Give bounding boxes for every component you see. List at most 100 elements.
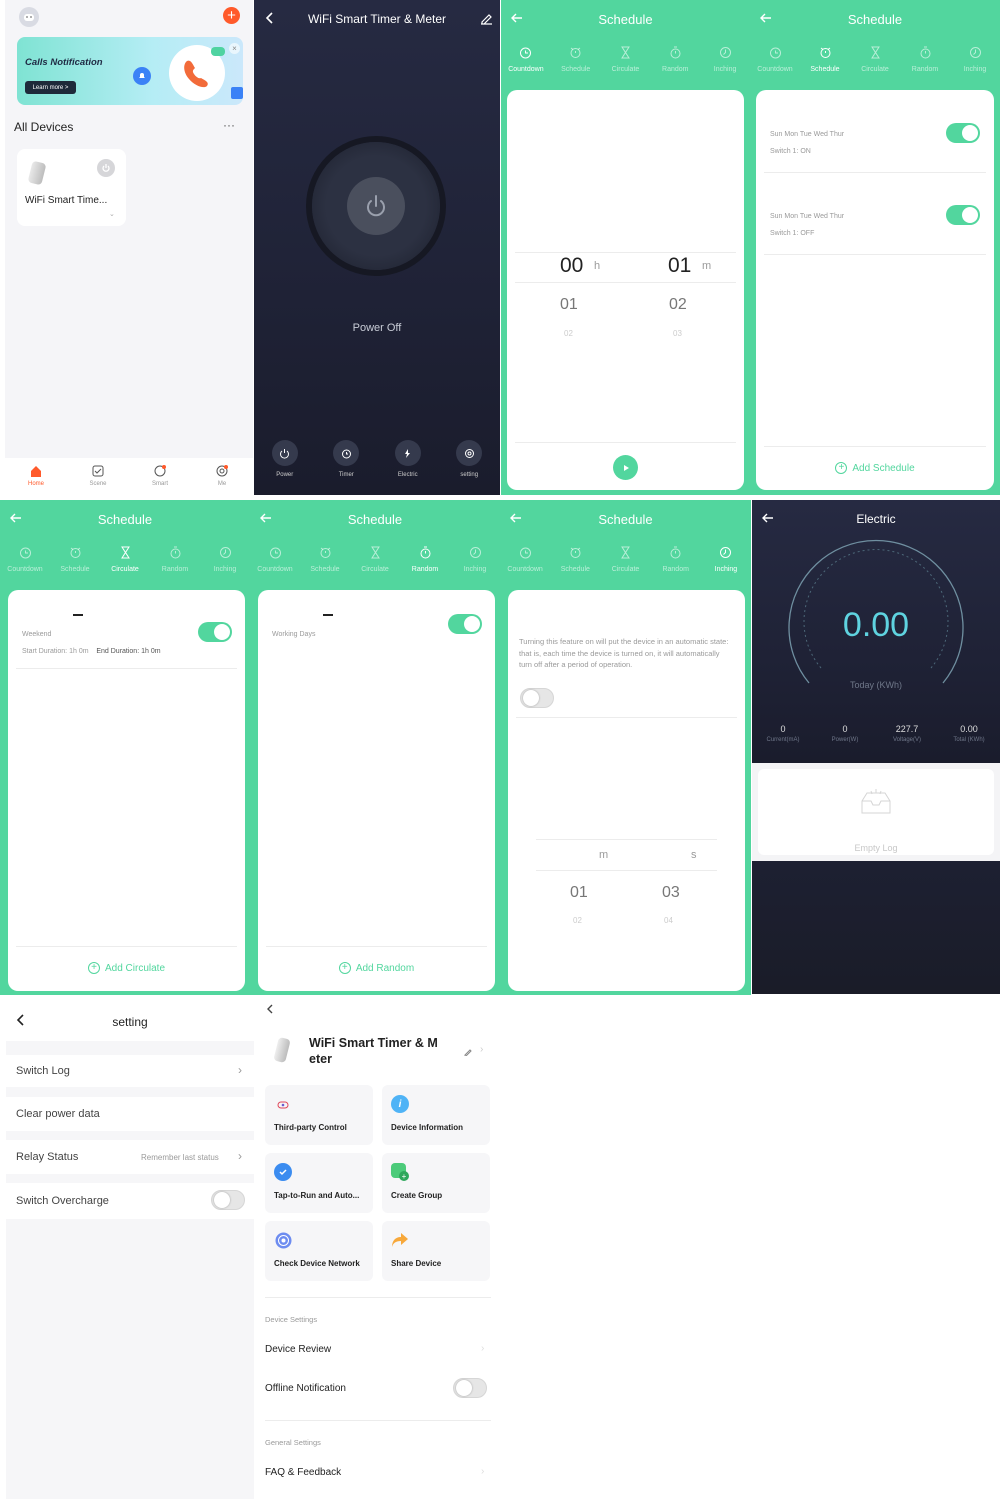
edit-icon[interactable] <box>480 12 493 25</box>
minute-far[interactable]: 02 <box>573 916 582 925</box>
schedule-screen: Schedule Countdown Schedule Circulate Rando… <box>750 0 1000 495</box>
add-device-button[interactable]: + <box>223 7 240 24</box>
tab-inching[interactable]: Inching <box>450 540 500 586</box>
row-device-review[interactable]: Device Review › <box>265 1337 491 1363</box>
tile-tap-to-run[interactable]: Tap-to-Run and Auto... <box>265 1153 373 1213</box>
tab-label: Schedule <box>60 566 90 573</box>
nav-home[interactable]: Home <box>5 458 67 495</box>
setting-row-clear-power[interactable]: Clear power data <box>6 1097 254 1131</box>
current-label: Current(mA) <box>766 737 800 743</box>
countdown-screen: Schedule Countdown Schedule Circulate Rando… <box>501 0 750 495</box>
second-next[interactable]: 03 <box>662 884 680 902</box>
tab-random[interactable]: Random <box>400 540 450 586</box>
relay-hint: Remember last status <box>141 1153 219 1162</box>
nav-me[interactable]: Me <box>191 458 253 495</box>
close-icon[interactable]: × <box>229 43 240 54</box>
tab-schedule[interactable]: Schedule <box>300 540 350 586</box>
tab-circulate[interactable]: Circulate <box>601 40 651 86</box>
add-random-button[interactable]: + Add Random <box>258 962 495 974</box>
nav-power[interactable]: Power <box>254 440 316 490</box>
tab-countdown[interactable]: Countdown <box>501 40 551 86</box>
setting-row-switch-log[interactable]: Switch Log › <box>6 1055 254 1087</box>
nav-smart[interactable]: Smart <box>129 458 191 495</box>
tab-schedule[interactable]: Schedule <box>800 40 850 86</box>
learn-more-button[interactable]: Learn more > <box>25 81 76 94</box>
inching-title: Inching <box>519 608 578 628</box>
tab-random[interactable]: Random <box>650 40 700 86</box>
schedule-toggle[interactable] <box>946 205 980 225</box>
minute-selected[interactable]: 01 <box>668 254 691 278</box>
section-general-settings: General Settings <box>265 1438 321 1447</box>
add-circulate-button[interactable]: + Add Circulate <box>8 962 245 974</box>
tab-circulate[interactable]: Circulate <box>600 540 650 586</box>
tab-schedule[interactable]: Schedule <box>50 540 100 586</box>
tab-circulate[interactable]: Circulate <box>100 540 150 586</box>
row-faq-feedback[interactable]: FAQ & Feedback › <box>265 1460 491 1486</box>
smart-icon <box>154 465 166 477</box>
device-card[interactable]: WiFi Smart Time... ⌄ <box>17 149 126 226</box>
schedule-toggle[interactable] <box>946 123 980 143</box>
tile-create-group[interactable]: + Create Group <box>382 1153 490 1213</box>
row-label: Switch Overcharge <box>16 1195 109 1207</box>
tab-inching[interactable]: Inching <box>200 540 250 586</box>
tab-label: Circulate <box>611 566 640 573</box>
tile-check-network[interactable]: Check Device Network <box>265 1221 373 1281</box>
tab-countdown[interactable]: Countdown <box>750 40 800 86</box>
tab-inching[interactable]: Inching <box>700 40 750 86</box>
hour-next[interactable]: 01 <box>560 296 578 314</box>
tab-random[interactable]: Random <box>150 540 200 586</box>
nav-electric[interactable]: Electric <box>377 440 439 490</box>
minute-far[interactable]: 03 <box>673 329 682 338</box>
avatar[interactable] <box>19 7 39 27</box>
clock-icon <box>219 547 231 558</box>
more-options-icon[interactable]: ··· <box>223 118 235 132</box>
edit-icon[interactable] <box>464 1047 473 1056</box>
tab-schedule[interactable]: Schedule <box>550 540 600 586</box>
setting-row-relay-status[interactable]: Relay Status Remember last status › <box>6 1140 254 1174</box>
tab-random[interactable]: Random <box>651 540 701 586</box>
bell-icon <box>133 67 151 85</box>
schedule-item[interactable]: 11:23 Sun Mon Tue Wed Thur Switch 1: OFF <box>756 172 994 254</box>
back-arrow-icon[interactable] <box>264 1003 276 1015</box>
second-selected[interactable]: 02 <box>661 843 683 866</box>
minute-next[interactable]: 01 <box>570 884 588 902</box>
tab-random[interactable]: Random <box>900 40 950 86</box>
start-duration: 1h 0m <box>69 648 89 655</box>
schedule-item[interactable]: 05:26 Sun Mon Tue Wed Thur Switch 1: ON <box>756 90 994 172</box>
tab-circulate[interactable]: Circulate <box>850 40 900 86</box>
tab-countdown[interactable]: Countdown <box>0 540 50 586</box>
random-toggle[interactable] <box>448 614 482 634</box>
tab-countdown[interactable]: Countdown <box>250 540 300 586</box>
hour-far[interactable]: 02 <box>564 329 573 338</box>
circulate-toggle[interactable] <box>198 622 232 642</box>
second-far[interactable]: 04 <box>664 916 673 925</box>
inching-toggle[interactable] <box>520 688 554 708</box>
tab-inching[interactable]: Inching <box>950 40 1000 86</box>
minute-next[interactable]: 02 <box>669 296 687 314</box>
power-button[interactable] <box>312 142 440 270</box>
tile-share-device[interactable]: Share Device <box>382 1221 490 1281</box>
chevron-down-icon[interactable]: ⌄ <box>109 210 115 218</box>
nav-timer[interactable]: Timer <box>316 440 378 490</box>
tab-countdown[interactable]: Countdown <box>500 540 550 586</box>
chevron-right-icon[interactable]: › <box>480 1044 483 1055</box>
calls-notification-banner[interactable]: Calls Notification Learn more > × <box>17 37 243 105</box>
circulate-item[interactable]: 13:56 15:56 Weekend Start Duration: 1h 0m… <box>8 590 245 668</box>
tab-schedule[interactable]: Schedule <box>551 40 601 86</box>
tab-inching[interactable]: Inching <box>701 540 751 586</box>
tab-circulate[interactable]: Circulate <box>350 540 400 586</box>
nav-scene[interactable]: Scene <box>67 458 129 495</box>
offline-toggle[interactable] <box>453 1378 487 1398</box>
tab-label: Inching <box>714 566 738 573</box>
power-toggle-icon[interactable] <box>97 159 115 177</box>
tab-label: Schedule <box>810 66 840 73</box>
add-schedule-button[interactable]: + Add Schedule <box>756 462 994 474</box>
tile-third-party[interactable]: Third-party Control <box>265 1085 373 1145</box>
tile-device-info[interactable]: i Device Information <box>382 1085 490 1145</box>
overcharge-toggle[interactable] <box>211 1190 245 1210</box>
hour-selected[interactable]: 00 <box>560 254 583 278</box>
nav-setting[interactable]: setting <box>439 440 501 490</box>
random-item[interactable]: 13:56 14:56 Working Days <box>258 590 495 668</box>
minute-selected[interactable]: 00 <box>570 843 592 866</box>
start-button[interactable] <box>613 455 638 480</box>
